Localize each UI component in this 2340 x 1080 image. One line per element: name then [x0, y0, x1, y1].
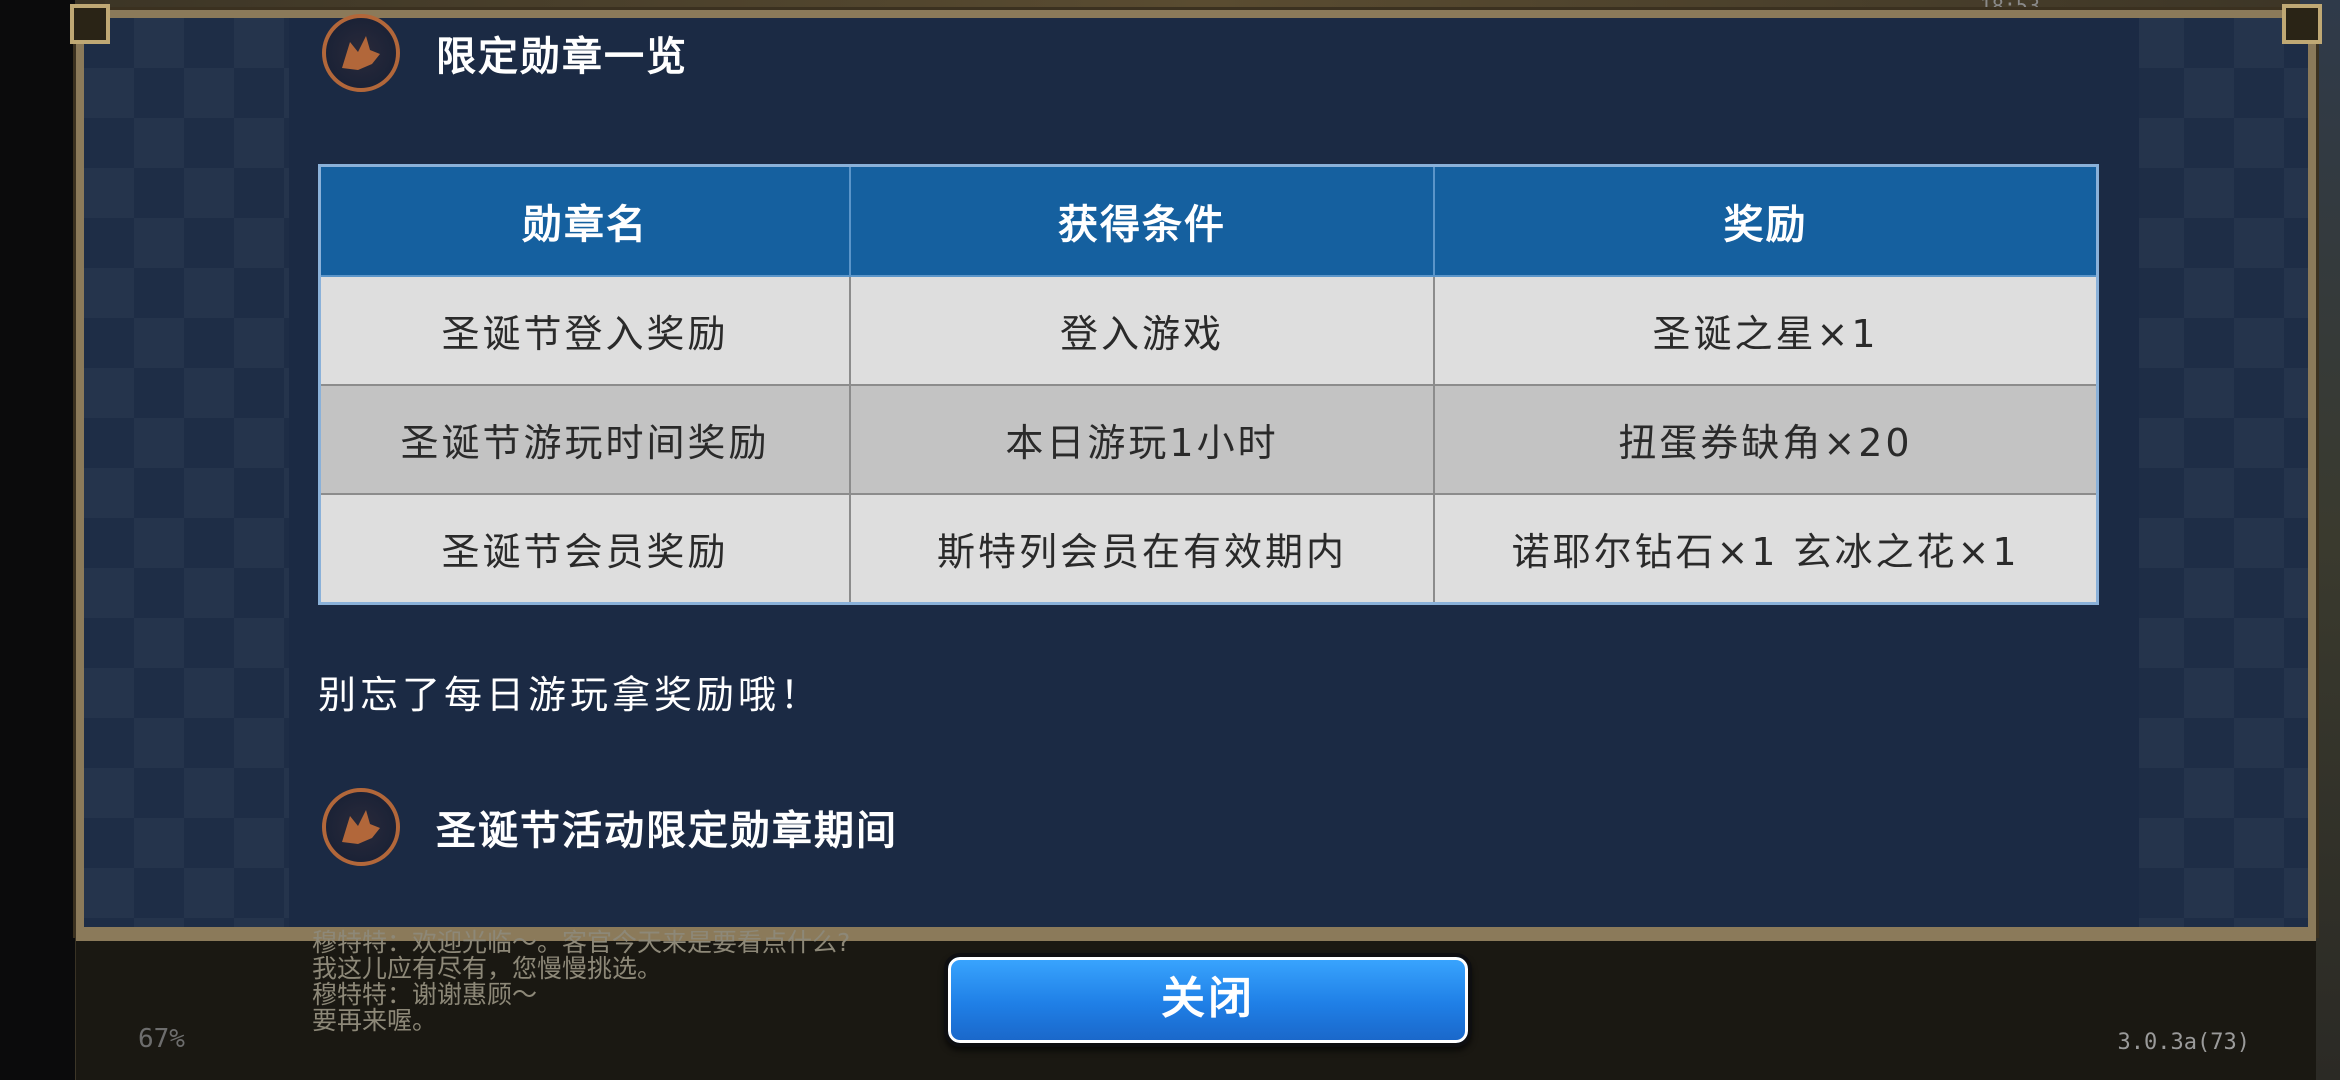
medal-table: 勋章名 获得条件 奖励 圣诞节登入奖励 登入游戏 圣诞之星×1 圣诞节游玩时间奖…	[318, 164, 2099, 605]
chat-line: 穆特特：谢谢惠顾～	[312, 980, 538, 1009]
table-row: 圣诞节会员奖励 斯特列会员在有效期内 诺耶尔钻石×1 玄冰之花×1	[318, 493, 2099, 605]
game-screen: 18:53 限定勋章一览 勋章名 获得条件 奖励 圣诞节登入奖励 登入游戏 圣诞…	[0, 0, 2340, 1080]
npc-chat-log: 穆特特：欢迎光临～。客官今天来是要看点什么? 我这儿应有尽有，您慢慢挑选。 穆特…	[312, 930, 850, 1034]
column-header-medal-name: 勋章名	[318, 164, 851, 277]
section-title: 限定勋章一览	[436, 34, 688, 80]
reward-cell: 诺耶尔钻石×1 玄冰之花×1	[1433, 493, 2099, 605]
battery-indicator: 67%	[138, 1024, 185, 1054]
section-title: 圣诞节活动限定勋章期间	[436, 808, 898, 854]
reward-cell: 圣诞之星×1	[1433, 275, 2099, 386]
close-button[interactable]: 关闭	[944, 953, 1472, 1047]
table-row: 圣诞节游玩时间奖励 本日游玩1小时 扭蛋券缺角×20	[318, 384, 2099, 495]
section-header-event-period: 圣诞节活动限定勋章期间	[322, 788, 898, 866]
frame-corner-ornament	[70, 4, 110, 44]
frame-corner-ornament	[2282, 4, 2322, 44]
column-header-condition: 获得条件	[849, 164, 1435, 277]
condition-cell: 斯特列会员在有效期内	[849, 493, 1435, 605]
condition-cell: 登入游戏	[849, 275, 1435, 386]
reminder-note: 别忘了每日游玩拿奖励哦！	[318, 673, 823, 717]
reward-cell: 扭蛋券缺角×20	[1433, 384, 2099, 495]
chat-line: 我这儿应有尽有，您慢慢挑选。	[312, 954, 663, 983]
table-row: 圣诞节登入奖励 登入游戏 圣诞之星×1	[318, 275, 2099, 386]
medal-name-cell: 圣诞节登入奖励	[318, 275, 851, 386]
section-header-limited-medals: 限定勋章一览	[322, 14, 688, 92]
column-header-reward: 奖励	[1433, 164, 2099, 277]
chat-line: 穆特特：欢迎光临～。客官今天来是要看点什么?	[312, 928, 851, 957]
fox-emblem-icon	[322, 788, 400, 866]
medal-name-cell: 圣诞节游玩时间奖励	[318, 384, 851, 495]
chat-line: 要再来喔。	[312, 1006, 438, 1035]
medal-name-cell: 圣诞节会员奖励	[318, 493, 851, 605]
fox-emblem-icon	[322, 14, 400, 92]
table-header-row: 勋章名 获得条件 奖励	[318, 164, 2099, 277]
condition-cell: 本日游玩1小时	[849, 384, 1435, 495]
version-label: 3.0.3a(73)	[2117, 1030, 2250, 1055]
